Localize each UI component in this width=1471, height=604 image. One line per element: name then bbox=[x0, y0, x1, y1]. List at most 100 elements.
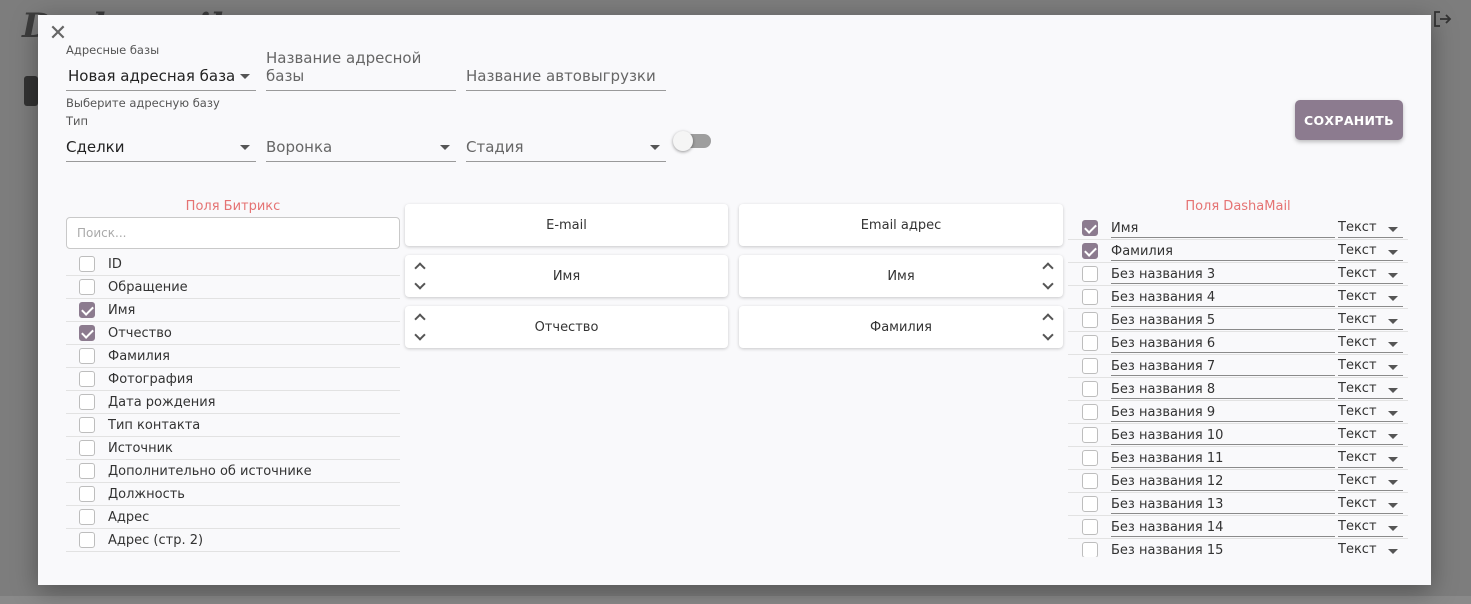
checkbox[interactable] bbox=[1082, 381, 1098, 397]
logout-icon[interactable] bbox=[1432, 9, 1452, 29]
dashamail-field-type-select[interactable]: Текст bbox=[1338, 518, 1403, 537]
dashamail-field-name-input[interactable]: Без названия 7 bbox=[1111, 357, 1335, 376]
reorder-arrows[interactable] bbox=[411, 310, 429, 344]
dashamail-field-name-input[interactable]: Без названия 6 bbox=[1111, 334, 1335, 353]
checkbox[interactable] bbox=[1082, 473, 1098, 489]
checkbox[interactable] bbox=[1082, 312, 1098, 328]
dashamail-field-row[interactable]: Без названия 15 Текст bbox=[1068, 539, 1408, 557]
checkbox[interactable] bbox=[1082, 358, 1098, 374]
dashamail-field-row[interactable]: Без названия 12 Текст bbox=[1068, 470, 1408, 493]
dashamail-field-type-select[interactable]: Текст bbox=[1338, 426, 1403, 445]
bitrix-field-row[interactable]: Дата рождения bbox=[66, 391, 400, 414]
dashamail-field-type-select[interactable]: Текст bbox=[1338, 219, 1403, 238]
checkbox[interactable] bbox=[79, 325, 95, 341]
bitrix-field-row[interactable]: Адрес (стр. 2) bbox=[66, 529, 400, 552]
checkbox[interactable] bbox=[1082, 496, 1098, 512]
dashamail-field-type-select[interactable]: Текст bbox=[1338, 265, 1403, 284]
type-select[interactable]: Сделки bbox=[66, 132, 256, 162]
checkbox[interactable] bbox=[79, 256, 95, 272]
checkbox[interactable] bbox=[79, 532, 95, 548]
bitrix-field-row[interactable]: Должность bbox=[66, 483, 400, 506]
checkbox[interactable] bbox=[1082, 427, 1098, 443]
bitrix-field-row[interactable]: ID bbox=[66, 253, 400, 276]
dashamail-field-type-select[interactable]: Текст bbox=[1338, 495, 1403, 514]
dashamail-field-type-select[interactable]: Текст bbox=[1338, 288, 1403, 307]
dashamail-field-row[interactable]: Без названия 5 Текст bbox=[1068, 309, 1408, 332]
dashamail-field-type-select[interactable]: Текст bbox=[1338, 541, 1403, 558]
checkbox[interactable] bbox=[79, 394, 95, 410]
chevron-up-icon[interactable] bbox=[1042, 262, 1054, 274]
dashamail-field-name-input[interactable]: Без названия 10 bbox=[1111, 426, 1335, 445]
bitrix-field-row[interactable]: Отчество bbox=[66, 322, 400, 345]
reorder-arrows[interactable] bbox=[1039, 259, 1057, 293]
dashamail-field-name-input[interactable]: Без названия 15 bbox=[1111, 541, 1335, 558]
dashamail-field-name-input[interactable]: Без названия 5 bbox=[1111, 311, 1335, 330]
mapping-right-card-2[interactable]: Имя bbox=[739, 255, 1063, 297]
dashamail-field-type-select[interactable]: Текст bbox=[1338, 334, 1403, 353]
chevron-down-icon[interactable] bbox=[1042, 329, 1054, 341]
dashamail-field-type-select[interactable]: Текст bbox=[1338, 311, 1403, 330]
checkbox[interactable] bbox=[79, 371, 95, 387]
dashamail-field-row[interactable]: Без названия 11 Текст bbox=[1068, 447, 1408, 470]
bitrix-field-row[interactable]: Фотография bbox=[66, 368, 400, 391]
checkbox[interactable] bbox=[1082, 404, 1098, 420]
checkbox[interactable] bbox=[1082, 542, 1098, 557]
bitrix-field-row[interactable]: Фамилия bbox=[66, 345, 400, 368]
dashamail-field-row[interactable]: Без названия 7 Текст bbox=[1068, 355, 1408, 378]
close-icon[interactable]: ✕ bbox=[48, 23, 68, 45]
dashamail-field-row[interactable]: Без названия 4 Текст bbox=[1068, 286, 1408, 309]
dashamail-field-row[interactable]: Без названия 9 Текст bbox=[1068, 401, 1408, 424]
funnel-select[interactable]: Воронка bbox=[266, 132, 456, 162]
checkbox[interactable] bbox=[1082, 243, 1098, 259]
checkbox[interactable] bbox=[79, 440, 95, 456]
dashamail-field-name-input[interactable]: Фамилия bbox=[1111, 242, 1335, 261]
dashamail-field-name-input[interactable]: Без названия 12 bbox=[1111, 472, 1335, 491]
bitrix-search-input[interactable]: Поиск... bbox=[66, 217, 400, 249]
dashamail-field-row[interactable]: Без названия 8 Текст bbox=[1068, 378, 1408, 401]
checkbox[interactable] bbox=[79, 417, 95, 433]
checkbox[interactable] bbox=[79, 348, 95, 364]
toggle-switch[interactable] bbox=[673, 131, 711, 151]
checkbox[interactable] bbox=[79, 486, 95, 502]
save-button[interactable]: СОХРАНИТЬ bbox=[1295, 100, 1403, 140]
dashamail-field-row[interactable]: Без названия 13 Текст bbox=[1068, 493, 1408, 516]
mapping-right-card-3[interactable]: Фамилия bbox=[739, 306, 1063, 348]
dashamail-field-row[interactable]: Без названия 3 Текст bbox=[1068, 263, 1408, 286]
dashamail-field-row[interactable]: Без названия 10 Текст bbox=[1068, 424, 1408, 447]
dashamail-field-name-input[interactable]: Без названия 14 bbox=[1111, 518, 1335, 537]
chevron-up-icon[interactable] bbox=[414, 313, 426, 325]
checkbox[interactable] bbox=[79, 463, 95, 479]
dashamail-field-name-input[interactable]: Без названия 8 bbox=[1111, 380, 1335, 399]
dashamail-field-name-input[interactable]: Имя bbox=[1111, 219, 1335, 238]
mapping-left-card-1[interactable]: E-mail bbox=[405, 204, 728, 246]
bitrix-field-row[interactable]: Адрес bbox=[66, 506, 400, 529]
bitrix-field-row[interactable]: Имя bbox=[66, 299, 400, 322]
dashamail-field-type-select[interactable]: Текст bbox=[1338, 380, 1403, 399]
bitrix-field-row[interactable]: Тип контакта bbox=[66, 414, 400, 437]
dashamail-field-row[interactable]: Фамилия Текст bbox=[1068, 240, 1408, 263]
dashamail-field-row[interactable]: Без названия 14 Текст bbox=[1068, 516, 1408, 539]
autoexport-name-input[interactable]: Название автовыгрузки bbox=[466, 61, 666, 91]
chevron-up-icon[interactable] bbox=[414, 262, 426, 274]
checkbox[interactable] bbox=[79, 302, 95, 318]
reorder-arrows[interactable] bbox=[411, 259, 429, 293]
bitrix-field-row[interactable]: Обращение bbox=[66, 276, 400, 299]
dashamail-field-name-input[interactable]: Без названия 4 bbox=[1111, 288, 1335, 307]
chevron-down-icon[interactable] bbox=[1042, 278, 1054, 290]
mapping-left-card-2[interactable]: Имя bbox=[405, 255, 728, 297]
dashamail-field-type-select[interactable]: Текст bbox=[1338, 403, 1403, 422]
address-base-name-input[interactable]: Название адресной базы bbox=[266, 49, 456, 91]
bitrix-field-row[interactable]: Дополнительно об источнике bbox=[66, 460, 400, 483]
bitrix-field-row[interactable]: Источник bbox=[66, 437, 400, 460]
mapping-left-card-3[interactable]: Отчество bbox=[405, 306, 728, 348]
reorder-arrows[interactable] bbox=[1039, 310, 1057, 344]
checkbox[interactable] bbox=[79, 509, 95, 525]
dashamail-field-type-select[interactable]: Текст bbox=[1338, 242, 1403, 261]
stage-select[interactable]: Стадия bbox=[466, 132, 666, 162]
chevron-down-icon[interactable] bbox=[414, 329, 426, 341]
checkbox[interactable] bbox=[1082, 266, 1098, 282]
checkbox[interactable] bbox=[1082, 519, 1098, 535]
dashamail-field-name-input[interactable]: Без названия 3 bbox=[1111, 265, 1335, 284]
dashamail-field-row[interactable]: Без названия 6 Текст bbox=[1068, 332, 1408, 355]
chevron-up-icon[interactable] bbox=[1042, 313, 1054, 325]
